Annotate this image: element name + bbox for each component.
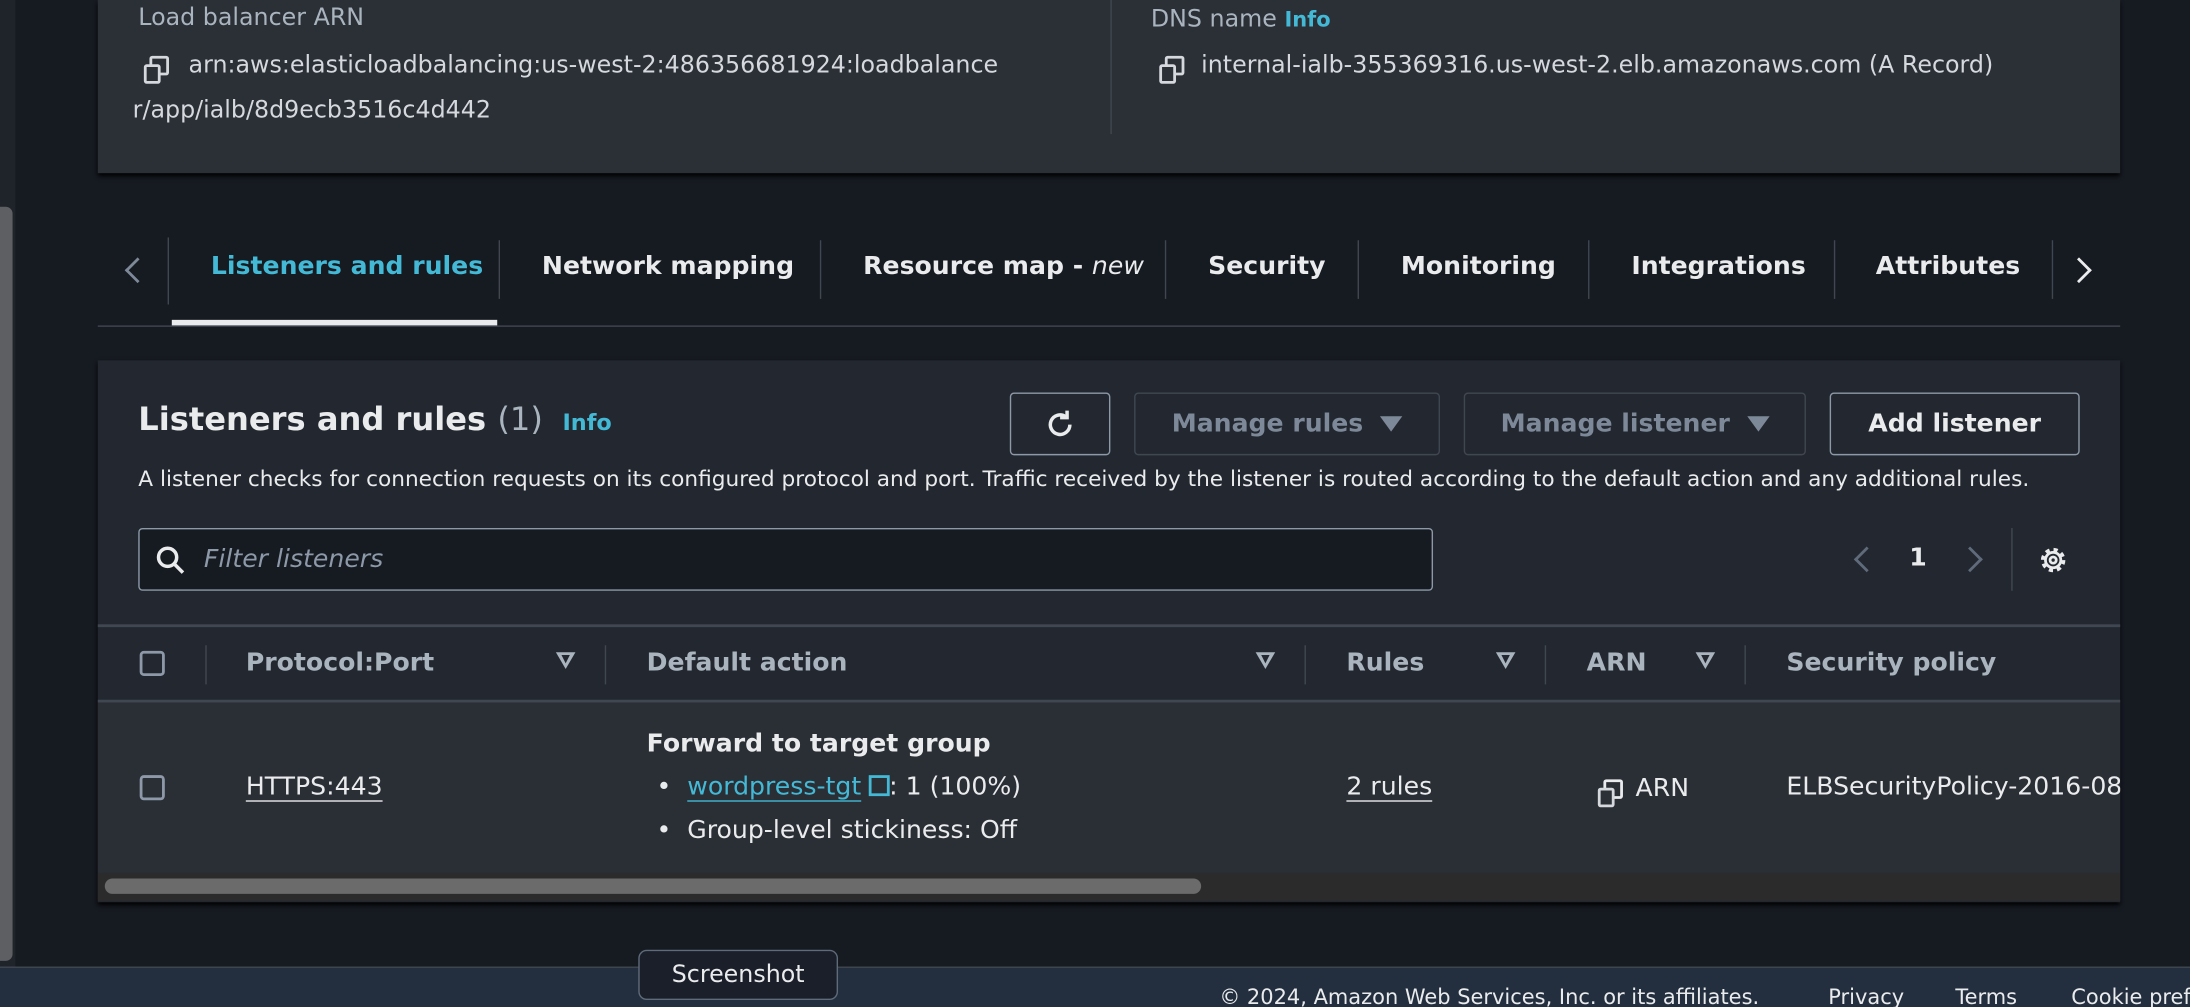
arn-text: ARN [1635, 773, 1690, 804]
current-page[interactable]: 1 [1909, 543, 1927, 572]
dns-info-link[interactable]: Info [1284, 7, 1330, 32]
refresh-button[interactable] [1009, 392, 1111, 456]
dns-label: DNS name Info [1151, 6, 1331, 34]
tabs-scroll-right-icon[interactable] [2066, 257, 2092, 284]
stickiness-text: Group-level stickiness: Off [687, 815, 1018, 846]
col-arn[interactable]: ARN [1587, 648, 1647, 677]
screenshot-tooltip: Screenshot [638, 949, 839, 1001]
col-rules[interactable]: Rules [1346, 648, 1424, 677]
row-checkbox[interactable] [139, 775, 165, 801]
security-policy: ELBSecurityPolicy-2016-08 [1786, 772, 2121, 802]
tab-resource-map-label: Resource map - [863, 251, 1092, 281]
tab-separator [2051, 240, 2054, 299]
caret-down-icon [1380, 416, 1403, 432]
listeners-heading: Listeners and rules (1) Info [138, 402, 612, 438]
tab-separator [1164, 240, 1167, 299]
dns-value: internal-ialb-355369316.us-west-2.elb.am… [1201, 51, 1994, 80]
tab-separator [167, 237, 170, 305]
divider [1110, 0, 1112, 135]
arn-value-cont: r/app/ialb/8d9ecb3516c4d442 [132, 96, 491, 125]
tab-integrations[interactable]: Integrations [1631, 251, 1805, 280]
target-weight: : 1 (100%) [889, 772, 1022, 802]
tab-separator [1833, 240, 1836, 299]
table-row: HTTPS:443 Forward to target group • word… [97, 702, 2121, 873]
listeners-count: (1) [497, 402, 543, 439]
details-panel: Load balancer ARN arn:aws:elasticloadbal… [97, 0, 2121, 174]
protocol-port-link[interactable]: HTTPS:443 [246, 772, 383, 801]
manage-rules-button[interactable]: Manage rules [1134, 392, 1440, 456]
copy-arn-icon[interactable] [143, 55, 170, 84]
tabs-bottom-border [97, 325, 2121, 327]
col-security-policy[interactable]: Security policy [1786, 648, 1996, 677]
arn-value: arn:aws:elasticloadbalancing:us-west-2:4… [188, 51, 999, 80]
tab-security[interactable]: Security [1208, 251, 1325, 280]
tab-listeners-and-rules[interactable]: Listeners and rules [211, 251, 483, 280]
sort-icon[interactable] [1695, 652, 1716, 670]
col-separator [604, 645, 607, 685]
settings-gear-icon[interactable] [2036, 543, 2070, 577]
listeners-info-link[interactable]: Info [562, 409, 611, 436]
pagination-divider [2011, 527, 2013, 591]
dns-label-text: DNS name [1150, 5, 1277, 34]
manage-listener-button[interactable]: Manage listener [1463, 392, 1806, 456]
col-separator [1304, 645, 1306, 685]
footer-terms-link[interactable]: Terms [1955, 985, 2017, 1007]
table-horizontal-scrollbar[interactable] [97, 872, 2121, 901]
sort-icon[interactable] [1495, 652, 1516, 670]
rules-link[interactable]: 2 rules [1346, 772, 1432, 801]
tab-attributes[interactable]: Attributes [1876, 251, 2020, 280]
tab-resource-map[interactable]: Resource map - new [863, 251, 1144, 280]
col-protocol-port[interactable]: Protocol:Port [246, 648, 434, 677]
search-icon [156, 546, 185, 574]
target-group-item: • wordpress-tgt: 1 (100%) [656, 772, 1022, 802]
target-group-link[interactable]: wordpress-tgt [687, 772, 861, 801]
copy-dns-icon[interactable] [1159, 55, 1185, 84]
arn-label: Load balancer ARN [138, 4, 365, 33]
col-default-action[interactable]: Default action [647, 648, 848, 677]
col-separator [205, 645, 207, 685]
refresh-icon [1048, 409, 1072, 436]
action-title: Forward to target group [646, 729, 991, 759]
tab-monitoring[interactable]: Monitoring [1401, 251, 1556, 280]
copyright: © 2024, Amazon Web Services, Inc. or its… [1219, 984, 1760, 1007]
select-all-checkbox[interactable] [139, 650, 165, 677]
copy-arn-icon[interactable] [1597, 779, 1623, 808]
tab-separator [819, 240, 822, 299]
manage-listener-label: Manage listener [1500, 409, 1730, 439]
add-listener-button[interactable]: Add listener [1829, 392, 2080, 456]
footer-privacy-link[interactable]: Privacy [1828, 985, 1904, 1007]
tab-network-mapping[interactable]: Network mapping [542, 251, 794, 280]
col-separator [1744, 645, 1746, 685]
listeners-description: A listener checks for connection request… [138, 466, 2030, 492]
tab-separator [498, 240, 501, 299]
col-separator [1544, 645, 1547, 685]
tabs-scroll-left-icon[interactable] [124, 257, 151, 284]
manage-rules-label: Manage rules [1171, 409, 1364, 439]
filter-placeholder: Filter listeners [203, 544, 384, 575]
listeners-title: Listeners and rules [138, 402, 487, 439]
page-scrollbar-thumb[interactable] [0, 206, 13, 961]
sort-icon[interactable] [1255, 652, 1276, 670]
filter-listeners-input[interactable]: Filter listeners [138, 527, 1434, 591]
stickiness-item: • Group-level stickiness: Off [656, 815, 1018, 846]
scrollbar-thumb[interactable] [104, 878, 1202, 894]
page-scrollbar[interactable] [0, 0, 16, 967]
tab-separator [1588, 240, 1590, 299]
caret-down-icon [1746, 416, 1770, 432]
external-link-icon[interactable] [868, 775, 890, 797]
tab-new-tag: new [1091, 251, 1144, 281]
tab-separator [1357, 240, 1359, 299]
footer-cookie-link[interactable]: Cookie preferences [2071, 985, 2190, 1007]
footer: © 2024, Amazon Web Services, Inc. or its… [0, 966, 2190, 1007]
sort-icon[interactable] [555, 652, 576, 670]
